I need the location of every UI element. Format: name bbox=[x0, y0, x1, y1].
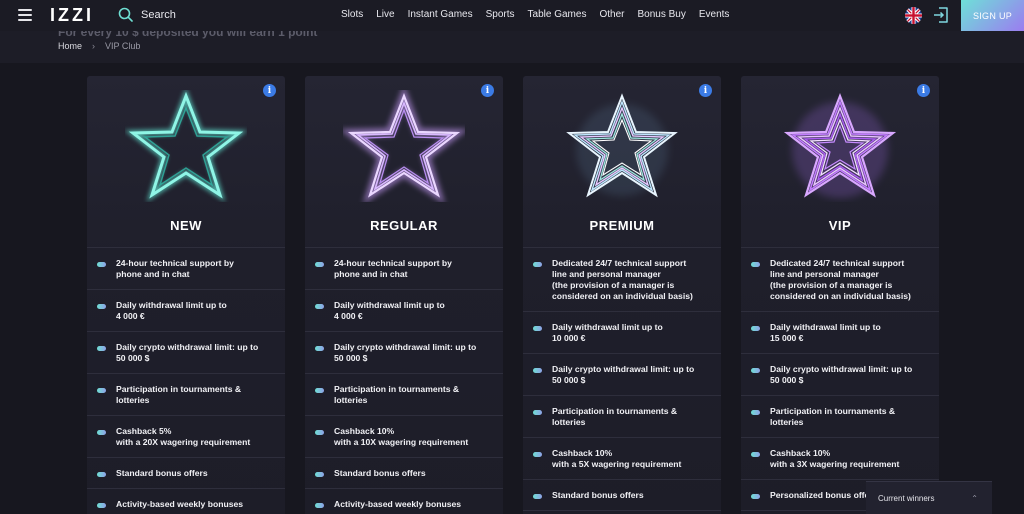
feature-crypto-limit: Daily crypto withdrawal limit: up to 50 0… bbox=[523, 354, 721, 396]
feature-bonus-offers: Standard bonus offers bbox=[87, 458, 285, 489]
breadcrumb-home[interactable]: Home bbox=[58, 41, 82, 51]
nav-table-games[interactable]: Table Games bbox=[528, 9, 587, 20]
feature-crypto-limit: Daily crypto withdrawal limit: up to 50 0… bbox=[305, 332, 503, 374]
search-icon bbox=[118, 7, 133, 22]
nav-events[interactable]: Events bbox=[699, 9, 730, 20]
current-winners-toggle[interactable]: Current winners ⌃ bbox=[866, 481, 992, 514]
feature-cashback: Cashback 5% with a 20X wagering requireme… bbox=[87, 416, 285, 458]
feature-tournaments: Participation in tournaments & lotteries bbox=[87, 374, 285, 416]
feature-withdrawal-limit: Daily withdrawal limit up to 10 000 € bbox=[523, 312, 721, 354]
feature-tournaments: Participation in tournaments & lotteries bbox=[305, 374, 503, 416]
nav-live[interactable]: Live bbox=[376, 9, 394, 20]
search-button[interactable]: Search bbox=[118, 7, 176, 22]
info-icon[interactable]: i bbox=[699, 84, 712, 97]
current-winners-label: Current winners bbox=[878, 493, 935, 503]
feature-withdrawal-limit: Daily withdrawal limit up to 15 000 € bbox=[741, 312, 939, 354]
feature-cashback: Cashback 10% with a 10X wagering requirem… bbox=[305, 416, 503, 458]
feature-support: 24-hour technical support by phone and in… bbox=[87, 248, 285, 290]
breadcrumb-current: VIP Club bbox=[105, 41, 141, 51]
feature-support: 24-hour technical support by phone and in… bbox=[305, 248, 503, 290]
feature-crypto-limit: Daily crypto withdrawal limit: up to 50 0… bbox=[87, 332, 285, 374]
feature-withdrawal-limit: Daily withdrawal limit up to 4 000 € bbox=[87, 290, 285, 332]
info-icon[interactable]: i bbox=[263, 84, 276, 97]
feature-list: 24-hour technical support by phone and in… bbox=[305, 247, 503, 514]
feature-tournaments: Participation in tournaments & lotteries bbox=[523, 396, 721, 438]
feature-cashback: Cashback 10% with a 3X wagering requireme… bbox=[741, 438, 939, 480]
feature-weekly-bonuses: Activity-based weekly bonuses bbox=[87, 489, 285, 514]
feature-bonus-offers: Standard bonus offers bbox=[523, 480, 721, 511]
multi-star-icon bbox=[561, 90, 683, 202]
feature-withdrawal-limit: Daily withdrawal limit up to 4 000 € bbox=[305, 290, 503, 332]
info-icon[interactable]: i bbox=[481, 84, 494, 97]
tier-name: PREMIUM bbox=[589, 218, 655, 233]
main-nav: Slots Live Instant Games Sports Table Ga… bbox=[341, 9, 742, 20]
feature-crypto-limit: Daily crypto withdrawal limit: up to 50 0… bbox=[741, 354, 939, 396]
feature-tournaments: Participation in tournaments & lotteries bbox=[741, 396, 939, 438]
nav-sports[interactable]: Sports bbox=[486, 9, 515, 20]
nav-slots[interactable]: Slots bbox=[341, 9, 363, 20]
lilac-star-icon bbox=[339, 84, 469, 205]
nav-other[interactable]: Other bbox=[599, 9, 624, 20]
feature-list: 24-hour technical support by phone and in… bbox=[87, 247, 285, 514]
menu-icon[interactable] bbox=[18, 9, 32, 21]
breadcrumb-separator: › bbox=[92, 41, 96, 51]
feature-support: Dedicated 24/7 technical support line and… bbox=[741, 248, 939, 312]
feature-support: Dedicated 24/7 technical support line and… bbox=[523, 248, 721, 312]
subheader: For every 10 $ deposited you will earn 1… bbox=[0, 31, 1024, 63]
signup-button[interactable]: SIGN UP bbox=[961, 0, 1024, 31]
feature-weekly-bonuses: Activity-based weekly bonuses bbox=[305, 489, 503, 514]
tier-name: NEW bbox=[170, 218, 202, 233]
tier-card-vip: i VIP Dedicated 24/7 technical support li… bbox=[741, 76, 939, 514]
search-label: Search bbox=[141, 8, 176, 21]
logo[interactable]: IZZI bbox=[50, 5, 94, 26]
nav-instant-games[interactable]: Instant Games bbox=[408, 9, 473, 20]
purple-star-icon bbox=[779, 90, 901, 202]
tier-card-premium: i PREMIUM Dedicated 24/7 technical suppo… bbox=[523, 76, 721, 514]
tier-card-new: i NEW 24-hour technical support by phone … bbox=[87, 76, 285, 514]
tier-name: VIP bbox=[828, 218, 852, 233]
page-intro-text: For every 10 $ deposited you will earn 1… bbox=[58, 31, 318, 39]
uk-flag-icon[interactable] bbox=[905, 7, 922, 24]
feature-list: Dedicated 24/7 technical support line and… bbox=[741, 247, 939, 511]
login-icon[interactable] bbox=[932, 6, 950, 29]
info-icon[interactable]: i bbox=[917, 84, 930, 97]
feature-cashback: Cashback 10% with a 5X wagering requireme… bbox=[523, 438, 721, 480]
tier-name: REGULAR bbox=[370, 218, 438, 233]
nav-bonus-buy[interactable]: Bonus Buy bbox=[637, 9, 685, 20]
chevron-up-icon: ⌃ bbox=[971, 494, 978, 503]
teal-star-icon bbox=[124, 87, 248, 203]
feature-list: Dedicated 24/7 technical support line and… bbox=[523, 247, 721, 511]
top-header: IZZI Search Slots Live Instant Games Spo… bbox=[0, 0, 1024, 31]
feature-bonus-offers: Standard bonus offers bbox=[305, 458, 503, 489]
tier-card-regular: i REGULAR 24-hour technical support by ph… bbox=[305, 76, 503, 514]
breadcrumb: Home › VIP Club bbox=[58, 41, 140, 51]
